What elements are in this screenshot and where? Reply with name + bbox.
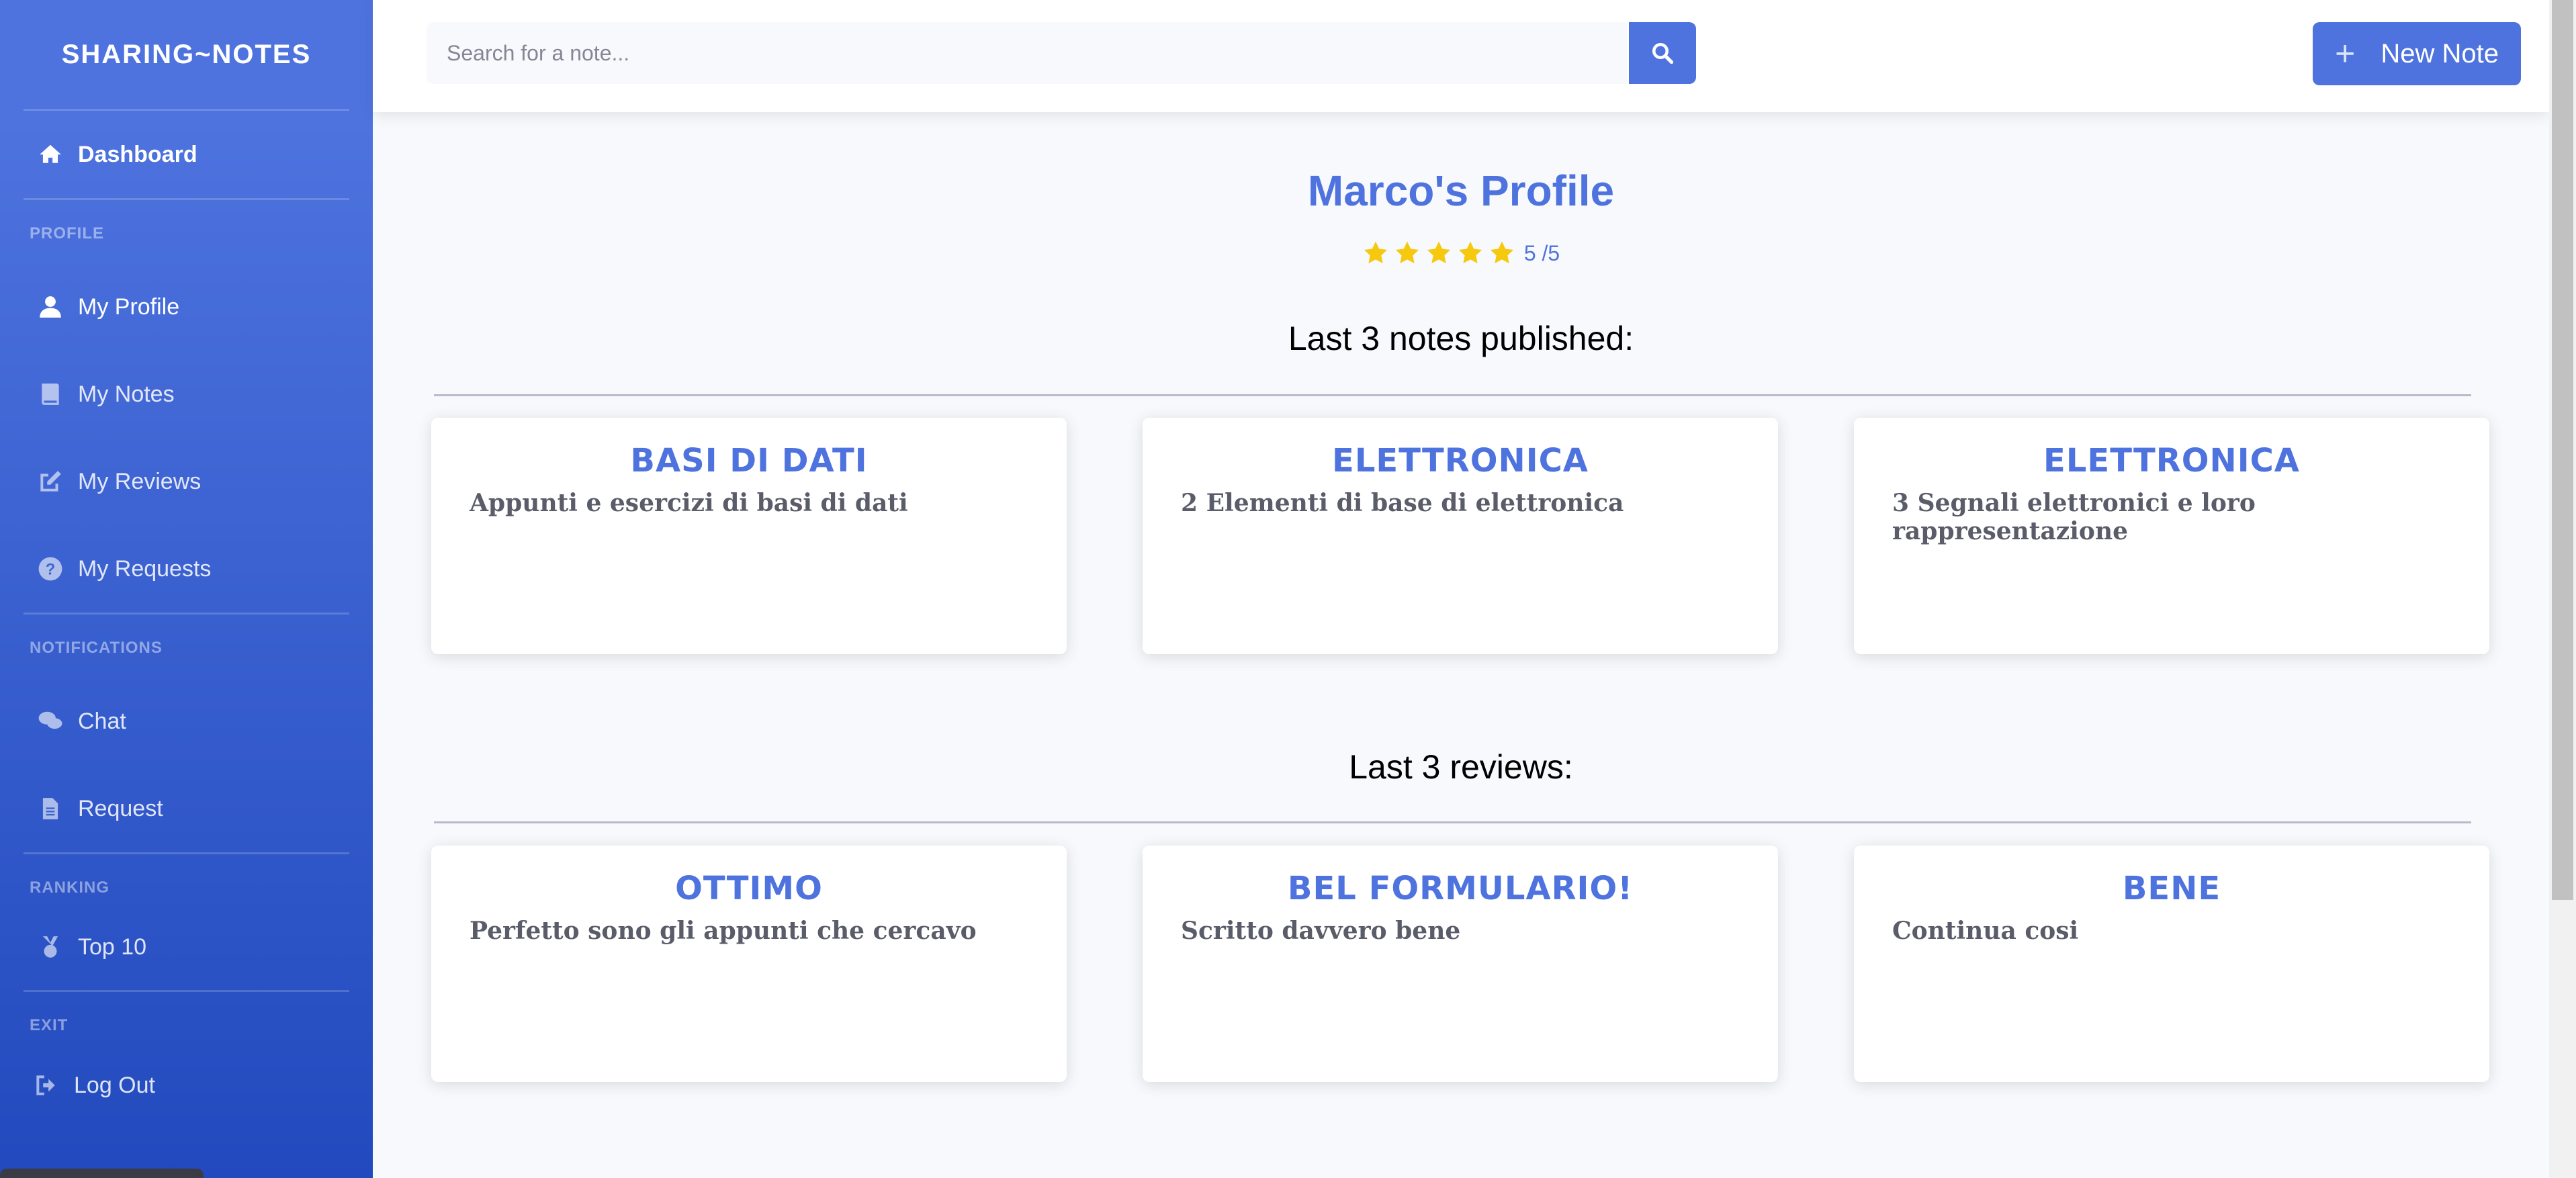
sidebar-heading-exit: EXIT <box>30 1016 69 1034</box>
note-card-title: BASI DI DATI <box>630 442 868 480</box>
sidebar-item-label: My Reviews <box>78 468 202 494</box>
sidebar-item-label: Chat <box>78 708 126 734</box>
page-title: Marco's Profile <box>1307 167 1615 215</box>
sidebar-item-logout[interactable]: Log Out <box>0 1055 373 1116</box>
topbar: + New Note <box>373 0 2549 112</box>
main-content: Marco's Profile 5 /5 Last 3 notes publis… <box>373 112 2549 1178</box>
review-card-title: OTTIMO <box>675 870 823 907</box>
review-card-text: Perfetto sono gli appunti che cercavo <box>470 917 977 945</box>
rating-text: 5 /5 <box>1523 240 1560 265</box>
question-circle-icon: ? <box>38 557 62 581</box>
sidebar-heading-profile: PROFILE <box>30 224 105 242</box>
sidebar-item-label: Log Out <box>74 1072 155 1098</box>
star-icon <box>1490 241 1513 264</box>
edit-icon <box>40 471 61 492</box>
notes-heading: Last 3 notes published: <box>1288 320 1634 357</box>
star-icon <box>1427 241 1450 264</box>
star-icon <box>1364 241 1387 264</box>
search-button[interactable] <box>1629 22 1696 84</box>
new-note-label: New Note <box>2381 38 2499 69</box>
sidebar-item-my-profile[interactable]: My Profile <box>0 263 373 351</box>
sidebar-item-request[interactable]: Request <box>0 765 373 852</box>
note-card-description: Appunti e esercizi di basi di dati <box>470 489 908 517</box>
sidebar-item-label: My Notes <box>78 381 175 407</box>
sidebar: SHARING~NOTES Dashboard PROFILE My Profi… <box>0 0 373 1178</box>
comments-icon <box>38 711 62 729</box>
book-icon <box>42 383 59 405</box>
file-icon <box>42 798 58 819</box>
sidebar-heading-notifications: NOTIFICATIONS <box>30 639 163 657</box>
note-card[interactable]: ELETTRONICA 3 Segnali elettronici e loro… <box>1854 418 2489 654</box>
note-card-description: 2 Elementi di base di elettronica <box>1181 489 1624 517</box>
sidebar-item-my-notes[interactable]: My Notes <box>0 351 373 438</box>
sidebar-item-chat[interactable]: Chat <box>0 678 373 765</box>
note-card-title: ELETTRONICA <box>2043 442 2300 480</box>
reviews-divider <box>434 821 2471 823</box>
sidebar-item-dashboard[interactable]: Dashboard <box>0 111 373 198</box>
review-card[interactable]: BENE Continua cosi <box>1854 846 2489 1082</box>
star-icon <box>1395 241 1419 264</box>
scrollbar-thumb[interactable] <box>2552 0 2573 900</box>
sidebar-item-top10[interactable]: Top 10 <box>0 917 373 977</box>
sign-out-icon <box>36 1075 55 1095</box>
notes-divider <box>434 394 2471 396</box>
star-icon <box>1458 241 1482 264</box>
review-card[interactable]: BEL FORMULARIO! Scritto davvero bene <box>1143 846 1778 1082</box>
review-card-title: BENE <box>2122 870 2221 907</box>
review-card[interactable]: OTTIMO Perfetto sono gli appunti che cer… <box>431 846 1067 1082</box>
home-icon <box>40 144 61 163</box>
review-card-text: Continua cosi <box>1892 917 2079 945</box>
sidebar-item-label: Request <box>78 795 163 821</box>
plus-icon: + <box>2335 34 2356 73</box>
sidebar-item-my-requests[interactable]: ? My Requests <box>0 525 373 613</box>
review-card-text: Scritto davvero bene <box>1181 917 1461 945</box>
sidebar-heading-ranking: RANKING <box>30 878 109 897</box>
note-card-title: ELETTRONICA <box>1332 442 1589 480</box>
reviews-heading: Last 3 reviews: <box>1349 748 1573 786</box>
sidebar-item-label: Dashboard <box>78 141 197 167</box>
sidebar-item-label: Top 10 <box>78 934 147 960</box>
note-card[interactable]: ELETTRONICA 2 Elementi di base di elettr… <box>1143 418 1778 654</box>
search-form <box>427 22 1696 84</box>
svg-text:?: ? <box>46 561 56 579</box>
sidebar-item-my-reviews[interactable]: My Reviews <box>0 438 373 525</box>
medal-icon <box>42 936 58 958</box>
sidebar-item-label: My Profile <box>78 293 180 320</box>
search-icon <box>1652 43 1674 64</box>
search-input[interactable] <box>427 22 1628 84</box>
review-card-title: BEL FORMULARIO! <box>1287 870 1634 907</box>
sidebar-item-label: My Requests <box>78 555 212 582</box>
note-card-description: 3 Segnali elettronici e loro rappresenta… <box>1892 489 2256 545</box>
user-icon <box>40 296 61 318</box>
profile-rating: 5 /5 <box>373 240 2549 267</box>
new-note-button[interactable]: + New Note <box>2313 22 2521 85</box>
sidebar-toggle-button[interactable] <box>0 1169 204 1178</box>
brand-logo[interactable]: SHARING~NOTES <box>0 0 373 109</box>
note-card[interactable]: BASI DI DATI Appunti e esercizi di basi … <box>431 418 1067 654</box>
